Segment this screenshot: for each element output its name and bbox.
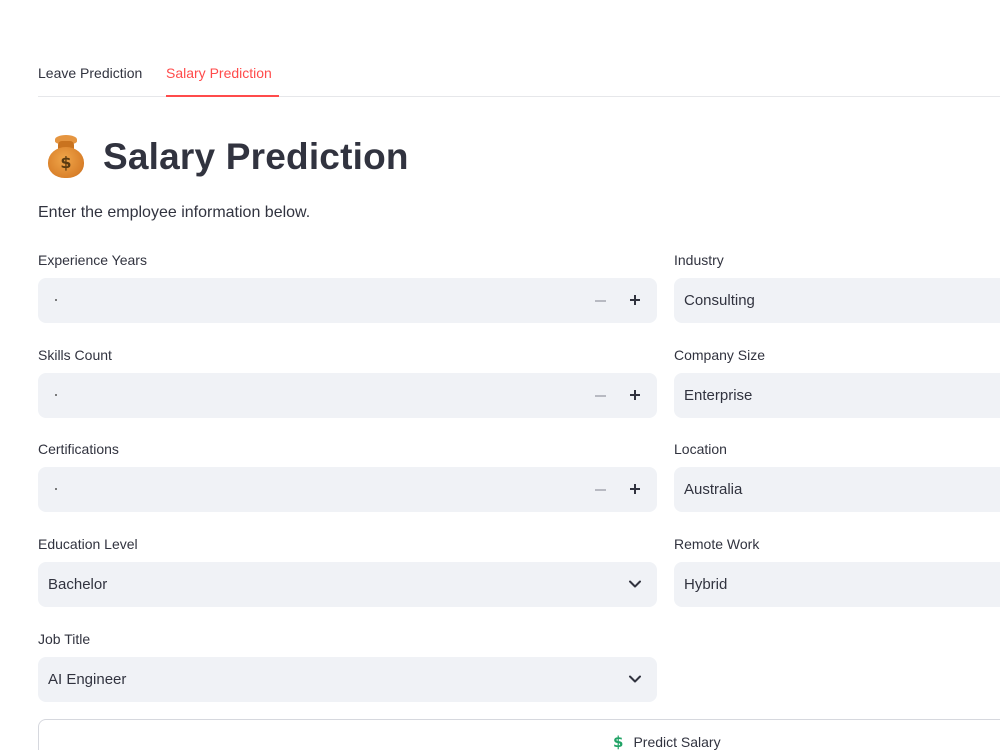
industry-select[interactable]: Consulting: [674, 278, 1000, 323]
certifications-label: Certifications: [38, 441, 119, 457]
remote-work-value: Hybrid: [684, 576, 728, 593]
increment-button[interactable]: [629, 384, 643, 406]
remote-work-label: Remote Work: [674, 536, 760, 552]
decrement-button[interactable]: [595, 384, 607, 406]
company-size-value: Enterprise: [684, 387, 753, 404]
page-title: Salary Prediction: [103, 136, 409, 177]
education-level-select[interactable]: Bachelor: [38, 562, 657, 607]
location-label: Location: [674, 441, 727, 457]
tab-salary-prediction[interactable]: Salary Prediction: [166, 64, 272, 82]
active-tab-indicator: [166, 95, 279, 97]
intro-text: Enter the employee information below.: [38, 204, 311, 221]
experience-years-label: Experience Years: [38, 252, 147, 268]
title-row: $ Salary Prediction: [46, 132, 409, 182]
company-size-select[interactable]: Enterprise: [674, 373, 1000, 418]
dollar-icon: $: [613, 733, 624, 750]
increment-button[interactable]: [629, 289, 643, 311]
chevron-down-icon: [629, 580, 641, 588]
tab-leave-prediction[interactable]: Leave Prediction: [38, 64, 142, 82]
industry-label: Industry: [674, 252, 724, 268]
remote-work-select[interactable]: Hybrid: [674, 562, 1000, 607]
education-level-value: Bachelor: [48, 576, 108, 593]
company-size-label: Company Size: [674, 347, 766, 363]
job-title-label: Job Title: [38, 631, 91, 647]
industry-value: Consulting: [684, 292, 755, 309]
skills-count-input[interactable]: [38, 373, 657, 418]
predict-salary-content: $ Predict Salary: [613, 733, 721, 750]
app-page: Leave Prediction Salary Prediction $ Sal…: [0, 0, 1000, 750]
certifications-input[interactable]: [38, 467, 657, 512]
input-cursor: [55, 488, 57, 490]
location-select[interactable]: Australia: [674, 467, 1000, 512]
increment-button[interactable]: [629, 478, 643, 500]
predict-salary-label: Predict Salary: [633, 734, 721, 750]
experience-years-input[interactable]: [38, 278, 657, 323]
location-value: Australia: [684, 481, 743, 498]
chevron-down-icon: [629, 675, 641, 683]
predict-salary-button[interactable]: $ Predict Salary: [38, 719, 1000, 750]
money-bag-icon: $: [46, 135, 86, 179]
decrement-button[interactable]: [595, 478, 607, 500]
tab-bar: Leave Prediction Salary Prediction: [38, 56, 1000, 97]
skills-count-label: Skills Count: [38, 347, 112, 363]
input-cursor: [55, 299, 57, 301]
education-level-label: Education Level: [38, 536, 138, 552]
input-cursor: [55, 394, 57, 396]
decrement-button[interactable]: [595, 289, 607, 311]
job-title-select[interactable]: AI Engineer: [38, 657, 657, 702]
job-title-value: AI Engineer: [48, 671, 127, 688]
